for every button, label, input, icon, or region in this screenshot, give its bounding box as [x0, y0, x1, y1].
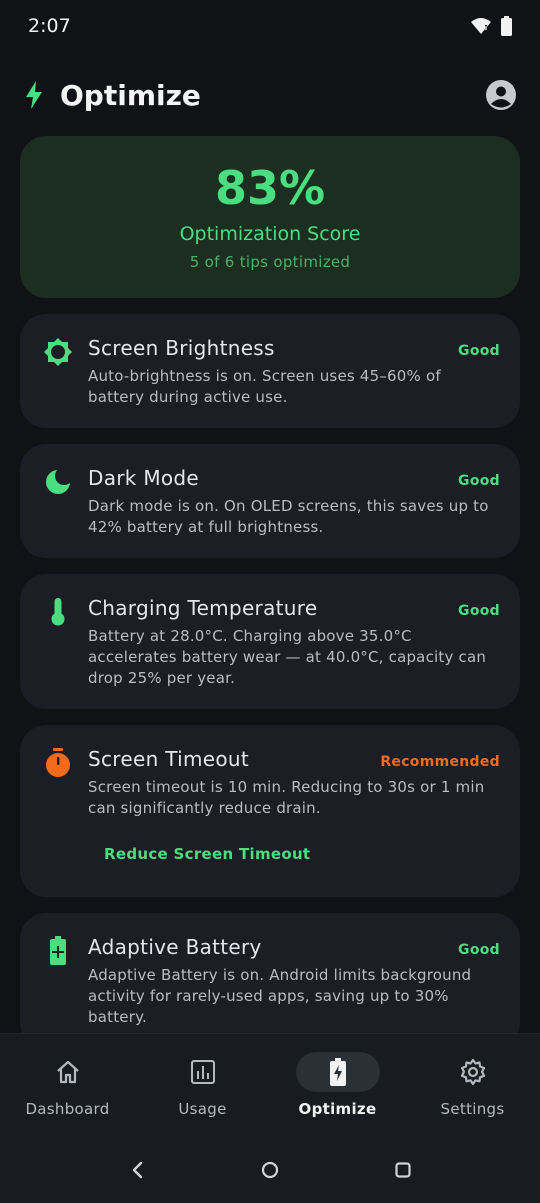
tip-card-screen-brightness: Screen Brightness Good Auto-brightness i…	[20, 314, 520, 428]
home-icon	[56, 1060, 79, 1084]
score-value: 83%	[214, 160, 326, 215]
tip-description: Battery at 28.0°C. Charging above 35.0°C…	[88, 627, 487, 687]
score-subtitle: 5 of 6 tips optimized	[189, 253, 351, 272]
reduce-screen-timeout-button[interactable]: Reduce Screen Timeout	[104, 845, 310, 863]
bottom-navigation: Dashboard Usage Optimize Settings	[0, 1033, 540, 1137]
content-scroll[interactable]: 83% Optimization Score 5 of 6 tips optim…	[20, 136, 520, 1033]
nav-label: Optimize	[298, 1100, 377, 1118]
brightness-icon	[42, 336, 74, 368]
nav-label: Settings	[440, 1100, 505, 1118]
timer-icon	[42, 747, 74, 779]
status-badge: Recommended	[380, 754, 500, 770]
wifi-icon	[471, 18, 491, 34]
recents-icon	[395, 1162, 411, 1178]
status-time: 2:07	[28, 15, 71, 37]
recents-button[interactable]	[383, 1150, 423, 1190]
moon-icon	[42, 466, 74, 498]
tip-description: Adaptive Battery is on. Android limits b…	[88, 966, 472, 1026]
page-title: Optimize	[60, 78, 201, 112]
tip-title: Screen Timeout	[88, 747, 250, 771]
status-badge: Good	[458, 942, 500, 958]
nav-item-settings[interactable]: Settings	[405, 1034, 540, 1137]
status-badge: Good	[458, 343, 500, 359]
tip-description: Auto-brightness is on. Screen uses 45–60…	[88, 367, 441, 406]
tip-title: Adaptive Battery	[88, 935, 262, 959]
tip-card-charging-temperature: Charging Temperature Good Battery at 28.…	[20, 574, 520, 709]
nav-item-optimize[interactable]: Optimize	[270, 1034, 405, 1137]
nav-label: Dashboard	[25, 1100, 110, 1118]
bar-chart-icon	[190, 1060, 215, 1084]
back-button[interactable]	[117, 1150, 157, 1190]
bolt-icon	[26, 81, 42, 109]
nav-label: Usage	[178, 1100, 227, 1118]
home-button[interactable]	[250, 1150, 290, 1190]
tip-title: Dark Mode	[88, 466, 200, 490]
profile-button[interactable]	[486, 80, 516, 110]
nav-item-dashboard[interactable]: Dashboard	[0, 1034, 135, 1137]
tip-card-dark-mode: Dark Mode Good Dark mode is on. On OLED …	[20, 444, 520, 558]
status-badge: Good	[458, 603, 500, 619]
status-icons	[471, 16, 512, 36]
thermometer-icon	[42, 596, 74, 628]
tip-card-screen-timeout: Screen Timeout Recommended Screen timeou…	[20, 725, 520, 897]
tip-description: Dark mode is on. On OLED screens, this s…	[88, 497, 489, 536]
battery-plus-icon	[42, 935, 74, 967]
status-bar: 2:07	[0, 0, 540, 52]
account-icon	[487, 81, 515, 109]
tip-description: Screen timeout is 10 min. Reducing to 30…	[88, 778, 485, 817]
gear-icon	[460, 1058, 485, 1086]
battery-status-icon	[501, 16, 512, 36]
app-header: Optimize	[0, 72, 540, 118]
score-label: Optimization Score	[179, 223, 361, 246]
optimization-score-card: 83% Optimization Score 5 of 6 tips optim…	[20, 136, 520, 298]
tip-title: Charging Temperature	[88, 596, 318, 620]
back-icon	[132, 1161, 142, 1179]
battery-bolt-icon	[329, 1058, 346, 1086]
nav-item-usage[interactable]: Usage	[135, 1034, 270, 1137]
home-circle-icon	[261, 1161, 279, 1179]
tip-title: Screen Brightness	[88, 336, 275, 360]
status-badge: Good	[458, 473, 500, 489]
tip-card-adaptive-battery: Adaptive Battery Good Adaptive Battery i…	[20, 913, 520, 1033]
system-navigation-bar	[0, 1137, 540, 1203]
